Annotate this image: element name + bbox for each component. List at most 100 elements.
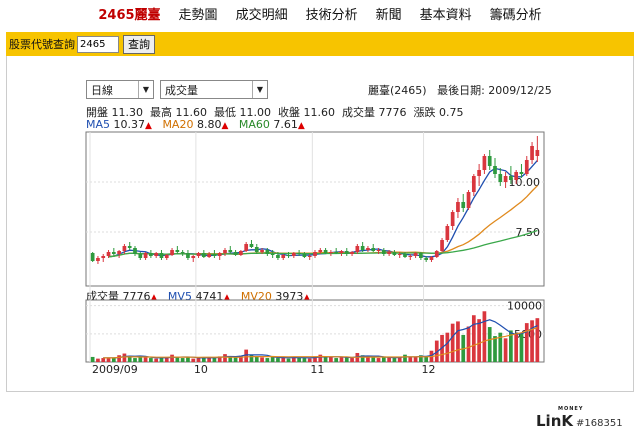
volume-bar: [392, 358, 397, 362]
candle-body: [339, 251, 344, 253]
volume-bar: [149, 358, 153, 362]
candle-body: [387, 252, 391, 254]
candle-body: [265, 250, 270, 254]
candle-body: [302, 254, 307, 257]
candle-body: [180, 252, 185, 253]
volume-bar: [413, 356, 418, 362]
candle-body: [254, 247, 259, 252]
candle-body: [323, 250, 328, 253]
volume-bar: [186, 357, 190, 362]
month-tick-label: 10: [194, 363, 208, 376]
candle-body: [493, 166, 497, 174]
candle-body: [286, 255, 291, 256]
volume-bar: [339, 357, 344, 362]
volume-bar: [254, 356, 259, 362]
candle-body: [429, 257, 434, 260]
month-tick-label: 11: [310, 363, 324, 376]
volume-bar: [244, 349, 249, 362]
month-tick-label: 12: [422, 363, 436, 376]
candle-body: [509, 176, 513, 180]
volume-bar: [424, 356, 429, 362]
candle-body: [297, 253, 301, 254]
candle-body: [217, 253, 222, 256]
candle-body: [371, 248, 376, 251]
volume-bar: [477, 319, 481, 362]
candle-body: [196, 253, 201, 256]
volume-bar: [350, 358, 354, 362]
candle-body: [122, 246, 127, 251]
candle-body: [127, 246, 132, 248]
candle-body: [461, 202, 466, 208]
price-plot-frame: [85, 131, 545, 287]
candle-body: [249, 244, 254, 247]
candle-body: [403, 254, 407, 257]
volume-bar: [191, 358, 196, 362]
candle-body: [350, 252, 354, 254]
volume-tick-label: 10000: [507, 300, 542, 313]
volume-bar: [466, 326, 471, 362]
candle-body: [434, 251, 439, 257]
candle-body: [413, 253, 418, 256]
volume-bar: [286, 358, 291, 362]
candle-body: [392, 252, 397, 255]
candle-body: [334, 252, 339, 253]
volume-bar: [117, 355, 121, 362]
candle-body: [360, 246, 365, 250]
volume-bar: [450, 323, 455, 362]
candle-body: [170, 250, 174, 255]
candle-body: [503, 176, 508, 182]
candle-body: [381, 250, 386, 254]
volume-bar: [456, 321, 460, 362]
volume-bar: [482, 311, 487, 362]
volume-bar: [381, 356, 386, 362]
candle-body: [159, 253, 164, 258]
candle-body: [535, 150, 540, 156]
candle-body: [313, 252, 317, 256]
volume-bar: [270, 356, 275, 362]
volume-bar: [334, 358, 339, 362]
candle-body: [111, 252, 116, 254]
candle-body: [96, 258, 100, 261]
candle-body: [329, 252, 333, 253]
candle-body: [344, 251, 349, 254]
volume-bar: [307, 358, 312, 362]
candle-body: [244, 244, 249, 251]
volume-bar: [212, 358, 217, 362]
candle-body: [524, 160, 529, 174]
candle-body: [445, 226, 450, 240]
candle-body: [450, 212, 455, 226]
candle-body: [424, 258, 429, 260]
volume-bar: [302, 358, 307, 362]
candle-body: [186, 253, 190, 258]
candle-body: [223, 250, 227, 253]
candle-body: [307, 256, 312, 257]
volume-bar: [387, 357, 391, 362]
volume-bar: [138, 357, 143, 362]
candle-body: [260, 250, 264, 252]
candle-body: [530, 146, 534, 160]
candle-body: [164, 255, 169, 258]
candle-body: [291, 253, 296, 256]
volume-bar: [170, 354, 174, 362]
candle-body: [154, 253, 159, 256]
image-code: #168351: [576, 418, 623, 429]
volume-bar: [514, 333, 519, 362]
volume-bar: [493, 336, 497, 362]
candle-body: [101, 256, 106, 258]
volume-bar: [329, 356, 333, 362]
volume-bar: [503, 338, 508, 362]
candle-body: [440, 240, 444, 251]
candle-body: [419, 253, 423, 258]
candle-body: [498, 174, 503, 182]
month-tick-label: 2009/09: [92, 363, 138, 376]
candle-body: [212, 254, 217, 256]
candle-body: [514, 172, 519, 180]
candle-body: [376, 250, 381, 251]
volume-bar: [471, 315, 476, 362]
volume-bar: [408, 357, 413, 362]
candle-body: [106, 252, 111, 256]
candle-body: [519, 172, 524, 174]
candle-body: [191, 256, 196, 258]
volume-bar: [403, 354, 407, 362]
volume-bar: [101, 358, 106, 362]
